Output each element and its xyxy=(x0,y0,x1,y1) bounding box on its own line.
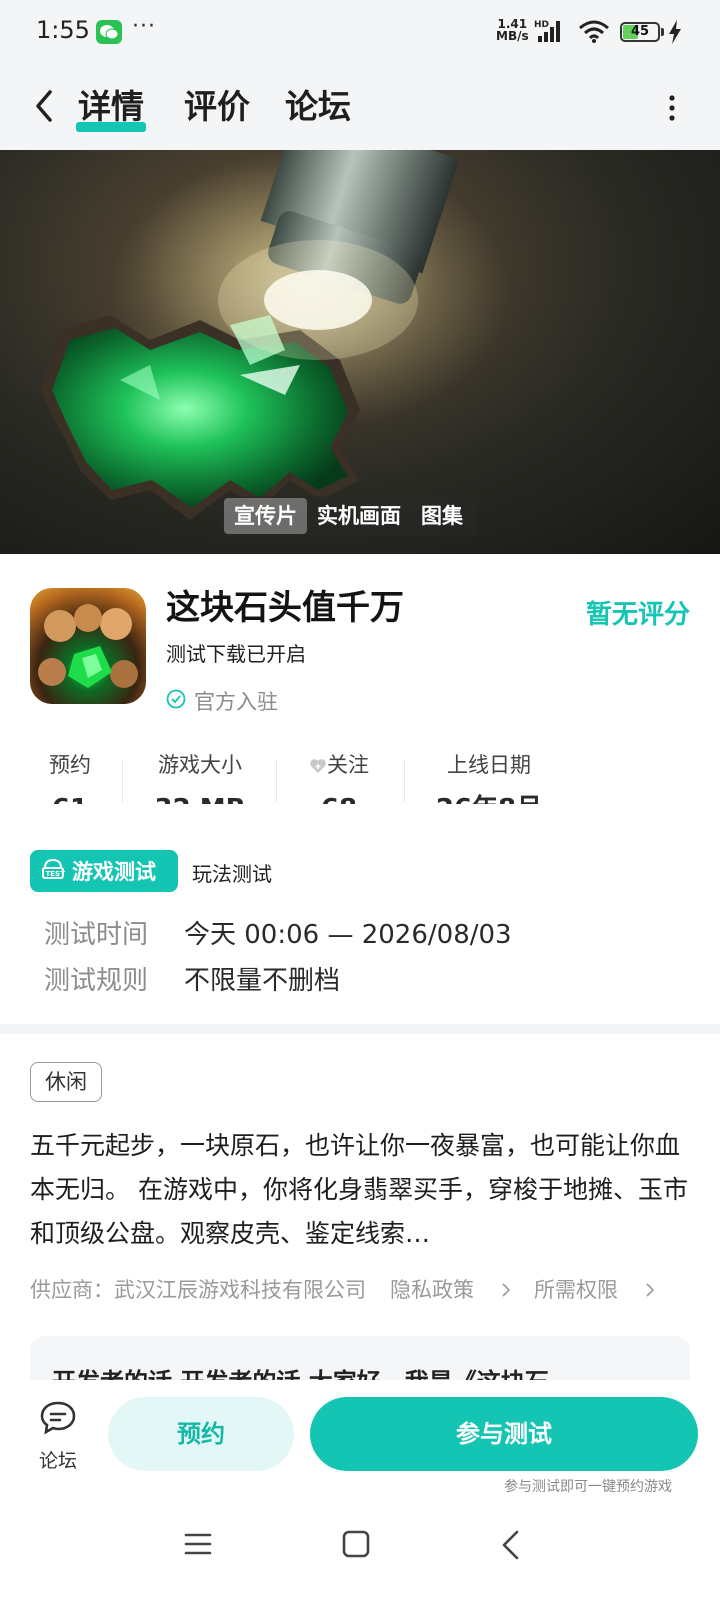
network-speed-unit: MB/s xyxy=(496,29,529,43)
back-icon[interactable] xyxy=(500,1530,522,1564)
battery-level: 45 xyxy=(630,24,650,39)
stat-divider xyxy=(276,760,277,802)
tab-detail[interactable]: 详情 xyxy=(76,82,146,132)
home-icon[interactable] xyxy=(342,1530,370,1562)
forum-chat-icon xyxy=(38,1401,78,1440)
tab-forum[interactable]: 论坛 xyxy=(285,82,351,132)
media-tab-gameplay[interactable]: 实机画面 xyxy=(307,498,411,534)
bottom-action-bar: 论坛 预约 参与测试 参与测试即可一键预约游戏 xyxy=(0,1380,720,1506)
stat-label: 游戏大小 xyxy=(158,753,242,777)
wifi-icon xyxy=(578,20,610,48)
game-test-label: 游戏测试 xyxy=(72,860,156,884)
network-speed: 1.41 MB/s xyxy=(496,18,529,42)
test-time-row: 测试时间 今天 00:06 — 2026/08/03 xyxy=(44,914,512,951)
official-verified: 官方入驻 xyxy=(166,686,278,716)
chevron-right-icon xyxy=(502,1278,511,1302)
stat-divider xyxy=(404,760,405,802)
permissions-label: 所需权限 xyxy=(534,1278,618,1302)
game-test-badge: TEST 游戏测试 xyxy=(30,850,178,892)
media-tab-switcher: 宣传片 实机画面 图集 xyxy=(220,496,477,536)
media-tab-promo-video[interactable]: 宣传片 xyxy=(224,498,307,534)
stat-divider xyxy=(122,760,123,802)
charging-bolt-icon xyxy=(668,20,682,48)
status-more-dots: ··· xyxy=(132,14,156,39)
stat-label-row: 关注 xyxy=(298,750,380,780)
supplier-text: 供应商：武汉江辰游戏科技有限公司 xyxy=(30,1278,366,1302)
rating-status[interactable]: 暂无评分 xyxy=(586,594,690,631)
test-time-value: 今天 00:06 — 2026/08/03 xyxy=(184,920,512,950)
test-rule-row: 测试规则 不限量不删档 xyxy=(44,960,340,997)
test-type: 玩法测试 xyxy=(192,862,272,886)
game-description[interactable]: 五千元起步，一块原石，也许让你一夜暴富，也可能让你血本无归。 在游戏中，你将化身… xyxy=(30,1124,692,1256)
meta-row: 供应商：武汉江辰游戏科技有限公司 隐私政策 所需权限 xyxy=(30,1274,678,1304)
heart-plus-icon xyxy=(309,752,327,782)
status-bar: 1:55 ··· 1.41 MB/s HD 45 xyxy=(0,0,720,64)
join-test-hint: 参与测试即可一键预约游戏 xyxy=(504,1479,672,1495)
join-test-button[interactable]: 参与测试 xyxy=(310,1397,698,1471)
test-rule-label: 测试规则 xyxy=(44,966,149,996)
chevron-right-icon xyxy=(646,1278,655,1302)
wechat-icon xyxy=(96,20,122,44)
banner-image xyxy=(40,150,510,520)
forum-button[interactable]: 论坛 xyxy=(30,1400,86,1473)
privacy-policy-link[interactable]: 隐私政策 xyxy=(390,1274,511,1304)
test-time-label: 测试时间 xyxy=(44,920,149,950)
official-label: 官方入驻 xyxy=(194,690,278,714)
genre-tag[interactable]: 休闲 xyxy=(30,1062,102,1102)
section-divider xyxy=(0,1024,720,1034)
system-nav-bar xyxy=(0,1506,720,1600)
privacy-policy-label: 隐私政策 xyxy=(390,1278,474,1302)
more-options-icon[interactable] xyxy=(662,90,682,126)
verified-check-icon xyxy=(166,689,186,713)
permissions-link[interactable]: 所需权限 xyxy=(534,1274,655,1304)
tab-review[interactable]: 评价 xyxy=(184,82,250,132)
battery-tip xyxy=(661,28,664,36)
media-tab-gallery[interactable]: 图集 xyxy=(411,498,473,534)
app-subtitle: 测试下载已开启 xyxy=(166,642,306,666)
app-title: 这块石头值千万 xyxy=(166,588,404,628)
hd-label: HD xyxy=(534,20,549,30)
stat-label: 预约 xyxy=(49,753,91,777)
test-rule-value: 不限量不删档 xyxy=(184,966,341,996)
svg-text:TEST: TEST xyxy=(46,870,66,878)
reserve-button[interactable]: 预约 xyxy=(108,1397,294,1471)
forum-label: 论坛 xyxy=(38,1450,77,1472)
stat-label: 关注 xyxy=(327,753,369,777)
stat-label: 上线日期 xyxy=(447,753,531,777)
status-time: 1:55 xyxy=(36,16,90,44)
media-banner[interactable]: 宣传片 实机画面 图集 xyxy=(0,150,720,554)
app-icon xyxy=(30,588,146,704)
menu-icon[interactable] xyxy=(184,1530,212,1562)
stats-clip-mask xyxy=(0,804,720,824)
test-icon: TEST xyxy=(40,856,66,886)
back-arrow-icon[interactable] xyxy=(30,88,60,124)
cell-signal-icon: HD xyxy=(534,18,578,48)
battery-icon: 45 xyxy=(620,22,660,42)
top-nav-bar: 详情 评价 论坛 xyxy=(0,64,720,150)
